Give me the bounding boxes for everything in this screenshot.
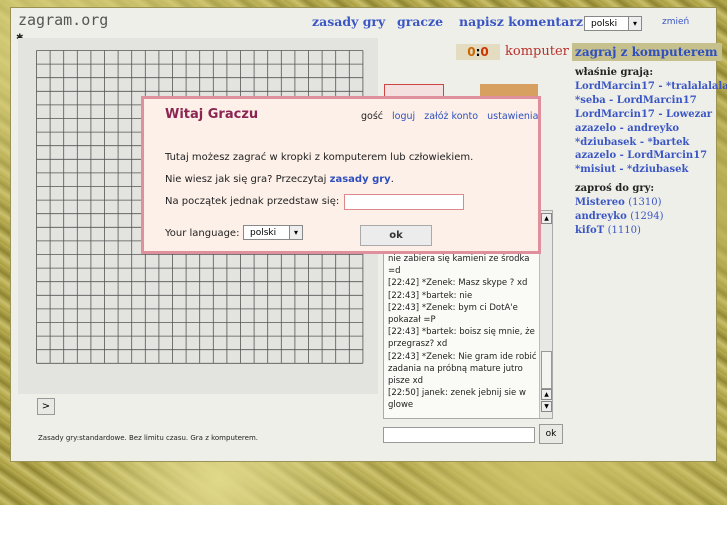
chat-message: [22:43] *Zenek: Nie gram ide robić zadan… <box>388 351 537 387</box>
nav-comment[interactable]: napisz komentarz <box>459 14 583 29</box>
player-name-input[interactable] <box>344 194 464 210</box>
invite-player-rating: (1110) <box>607 225 641 236</box>
now-playing-item[interactable]: *dziubasek - *bartek <box>575 137 689 148</box>
invite-header: zaproś do gry: <box>575 183 655 194</box>
scrollbar-thumb[interactable] <box>541 351 552 389</box>
rules-hint-suffix: . <box>390 174 394 185</box>
chat-lines: nie zabiera się kamieni ze środka =d [22… <box>384 253 540 412</box>
now-playing-item[interactable]: LordMarcin17 - Lowezar <box>575 109 712 120</box>
now-playing-item[interactable]: *seba - LordMarcin17 <box>575 95 697 106</box>
invite-player-name: andreyko <box>575 211 627 222</box>
language-label: Your language: <box>165 228 240 239</box>
dialog-title: Witaj Graczu <box>165 107 259 122</box>
scroll-up-icon[interactable]: ▲ <box>541 389 552 400</box>
play-computer-button[interactable]: zagraj z komputerem <box>572 43 722 61</box>
chat-message: [22:50] janek: zenek jebnij sie w glowe <box>388 388 526 411</box>
nav-players[interactable]: gracze <box>397 14 443 29</box>
game-rules-note: Zasady gry:standardowe. Bez limitu czasu… <box>38 434 259 442</box>
score-display: 0:0 <box>456 44 500 60</box>
invite-player-rating: (1310) <box>628 197 662 208</box>
top-language-value: polski <box>591 19 618 29</box>
site-title[interactable]: zagram.org <box>18 11 108 29</box>
scroll-up-icon[interactable]: ▲ <box>541 213 552 224</box>
change-language-link[interactable]: zmień <box>662 17 689 27</box>
score-player: 0 <box>467 45 476 59</box>
welcome-dialog: Witaj Graczu gość loguj załóż konto usta… <box>141 96 541 254</box>
now-playing-item[interactable]: azazelo - andreyko <box>575 123 679 134</box>
rules-hint-prefix: Nie wiesz jak się gra? Przeczytaj <box>165 174 330 185</box>
rules-link[interactable]: zasady gry <box>330 174 391 185</box>
dialog-language-select[interactable]: polski ▾ <box>243 225 303 240</box>
dialog-rules-hint: Nie wiesz jak się gra? Przeczytaj zasady… <box>165 174 394 185</box>
settings-link[interactable]: ustawienia <box>487 111 538 122</box>
chat-message: [22:43] *bartek: boisz się mnie, że prze… <box>388 327 535 350</box>
computer-label: komputer <box>505 44 569 59</box>
invite-player[interactable]: andreyko (1294) <box>575 211 664 222</box>
dialog-intro: Tutaj możesz zagrać w kropki z komputere… <box>165 152 474 163</box>
login-link[interactable]: loguj <box>392 111 415 122</box>
invite-player-name: kifoT <box>575 225 605 236</box>
name-prompt: Na początek jednak przedstaw się: <box>165 196 340 207</box>
invite-player[interactable]: kifoT (1110) <box>575 225 641 236</box>
guest-label: gość <box>361 111 384 122</box>
dialog-account-links: gość loguj załóż konto ustawienia <box>361 111 544 122</box>
scroll-down-icon[interactable]: ▼ <box>541 401 552 412</box>
chevron-down-icon: ▾ <box>289 226 302 239</box>
invite-player[interactable]: Mistereo (1310) <box>575 197 662 208</box>
invite-player-name: Mistereo <box>575 197 625 208</box>
now-playing-header: właśnie grają: <box>575 67 654 78</box>
now-playing-item[interactable]: azazelo - LordMarcin17 <box>575 150 707 161</box>
register-link[interactable]: załóż konto <box>424 111 478 122</box>
chat-message: [22:43] *bartek: nie <box>388 290 473 301</box>
now-playing-item[interactable]: LordMarcin17 - *tralalalala <box>575 81 727 92</box>
nav-rules[interactable]: zasady gry <box>312 14 385 29</box>
invite-player-rating: (1294) <box>630 211 664 222</box>
now-playing-item[interactable]: *misiut - *dziubasek <box>575 164 688 175</box>
chevron-down-icon: ▾ <box>628 17 641 30</box>
page-bottom <box>0 505 727 545</box>
chat-send-button[interactable]: ok <box>539 424 563 444</box>
chat-input[interactable] <box>383 427 535 443</box>
dialog-language-value: polski <box>250 228 277 238</box>
chat-message: [22:42] *Zenek: Masz skype ? xd <box>388 278 528 289</box>
top-language-select[interactable]: polski ▾ <box>584 16 642 31</box>
score-computer: 0 <box>480 45 489 59</box>
chat-message: nie zabiera się kamieni ze środka =d <box>388 254 530 277</box>
chat-message: [22:43] *Zenek: bym ci DotA'e pokazał =P <box>388 302 518 326</box>
dialog-ok-button[interactable]: ok <box>360 225 432 246</box>
next-move-button[interactable]: > <box>37 398 55 415</box>
